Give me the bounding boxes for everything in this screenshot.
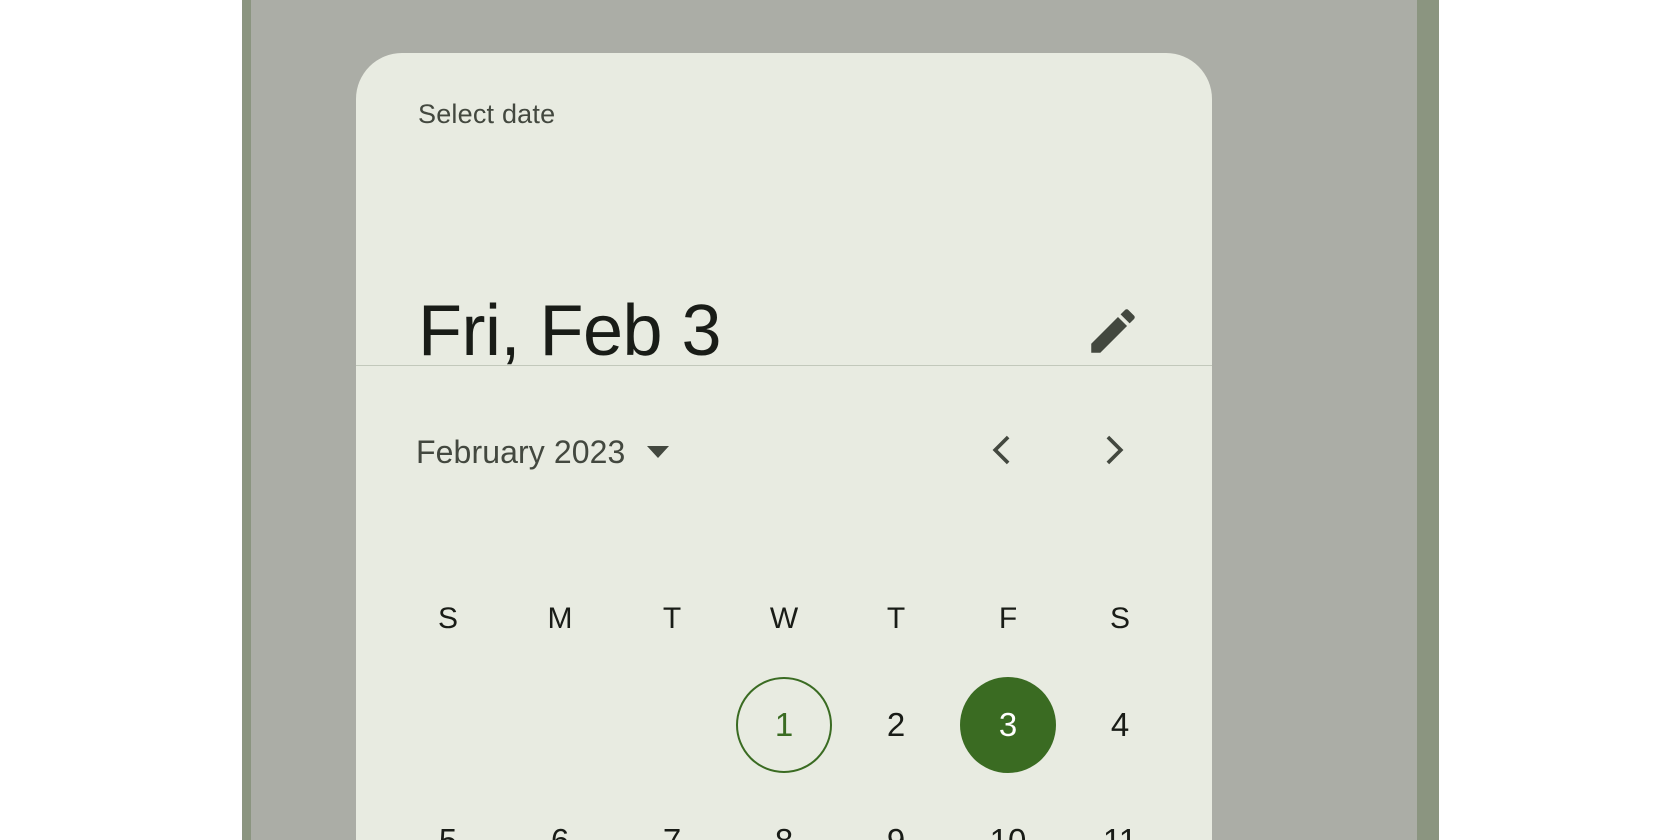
calendar-cell[interactable]: 7 xyxy=(616,783,728,840)
calendar-cell[interactable]: 4 xyxy=(1064,667,1176,783)
calendar-week-row: 1 2 3 4 xyxy=(392,667,1176,783)
calendar-cell[interactable]: 3 xyxy=(952,667,1064,783)
weekday-label: S xyxy=(437,602,458,635)
calendar-cell xyxy=(504,667,616,783)
weekday-label: W xyxy=(769,602,799,635)
calendar-cell xyxy=(392,667,504,783)
calendar-cell[interactable]: 11 xyxy=(1064,783,1176,840)
calendar-cell[interactable]: 1 xyxy=(728,667,840,783)
chevron-down-icon xyxy=(647,446,670,458)
calendar-day[interactable]: 4 xyxy=(1072,677,1168,773)
supporting-text: Select date xyxy=(418,99,556,129)
headline-divider xyxy=(356,365,1212,366)
left-edge-strip xyxy=(242,0,251,840)
edit-date-button[interactable] xyxy=(1082,300,1144,362)
screen: Select date Fri, Feb 3 February 2023 S M… xyxy=(0,0,1680,840)
calendar-day-today[interactable]: 1 xyxy=(736,677,832,773)
calendar-cell[interactable]: 9 xyxy=(840,783,952,840)
weekday-label: T xyxy=(886,602,906,635)
month-nav-buttons xyxy=(978,429,1138,475)
chevron-right-icon xyxy=(1095,430,1135,475)
weekday-label: M xyxy=(547,602,573,635)
weekday-header-row: S M T W T F S xyxy=(392,583,1176,655)
calendar-cell[interactable]: 2 xyxy=(840,667,952,783)
calendar-day[interactable]: 2 xyxy=(848,677,944,773)
calendar-day[interactable]: 8 xyxy=(736,793,832,840)
calendar-cell[interactable]: 6 xyxy=(504,783,616,840)
selected-date-headline: Fri, Feb 3 xyxy=(418,291,722,371)
calendar-cell[interactable]: 10 xyxy=(952,783,1064,840)
calendar-day[interactable]: 7 xyxy=(624,793,720,840)
weekday-label: F xyxy=(998,602,1018,635)
calendar-day-selected[interactable]: 3 xyxy=(960,677,1056,773)
previous-month-button[interactable] xyxy=(978,429,1024,475)
next-month-button[interactable] xyxy=(1092,429,1138,475)
calendar-day[interactable]: 9 xyxy=(848,793,944,840)
calendar-day[interactable]: 6 xyxy=(512,793,608,840)
right-edge-strip xyxy=(1417,0,1439,840)
calendar-day[interactable]: 11 xyxy=(1072,793,1168,840)
calendar-week-row: 5 6 7 8 9 10 11 xyxy=(392,783,1176,840)
calendar-cell[interactable]: 5 xyxy=(392,783,504,840)
month-navigation-row: February 2023 xyxy=(356,408,1212,496)
chevron-left-icon xyxy=(981,430,1021,475)
calendar-cell[interactable]: 8 xyxy=(728,783,840,840)
weekday-label: S xyxy=(1109,602,1130,635)
pencil-icon xyxy=(1084,302,1142,360)
month-year-label: February 2023 xyxy=(416,433,626,470)
month-year-selector[interactable]: February 2023 xyxy=(416,433,670,471)
date-picker-dialog: Select date Fri, Feb 3 February 2023 S M… xyxy=(356,53,1212,840)
calendar-day[interactable]: 10 xyxy=(960,793,1056,840)
weekday-label: T xyxy=(662,602,682,635)
calendar-day[interactable]: 5 xyxy=(400,793,496,840)
calendar-cell xyxy=(616,667,728,783)
